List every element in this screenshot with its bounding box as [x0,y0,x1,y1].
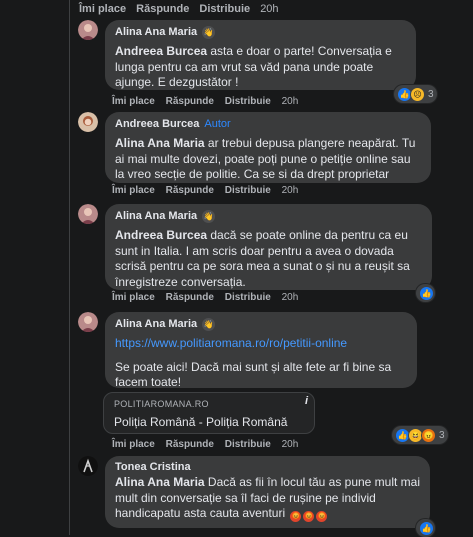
like-icon: 👍 [419,520,434,536]
share-link[interactable]: Distribuie [199,3,250,15]
sad-icon: ☹ [410,86,425,102]
reaction-summary[interactable]: 👍 [416,284,435,302]
angry-icon: 😠 [421,427,436,443]
info-icon[interactable]: i [305,395,308,407]
like-link[interactable]: Îmi place [112,292,155,303]
comment-bubble: Alina Ana Maria 👋 Andreea Burcea asta e d… [105,20,416,90]
avatar[interactable] [78,312,98,332]
reply-link[interactable]: Răspunde [166,292,214,303]
reaction-count: 3 [428,88,434,100]
comment-text: Alina Ana Maria Dacă as fii în locul tău… [115,475,421,522]
preview-title: Poliția Română - Poliția Română [114,415,288,429]
comment-text: https://www.politiaromana.ro/ro/petitii-… [115,336,407,391]
mention[interactable]: Alina Ana Maria [115,136,205,150]
previous-comment-actions: Îmi place Răspunde Distribuie 20h [79,3,286,15]
wave-icon: 👋 [202,209,216,223]
avatar[interactable] [78,112,98,132]
share-link[interactable]: Distribuie [225,185,271,196]
timestamp[interactable]: 20h [260,3,278,15]
reaction-summary[interactable]: 👍 [416,519,435,537]
avatar[interactable] [78,204,98,224]
commenter-name[interactable]: Alina Ana Maria [115,210,197,222]
thread-line [69,0,70,535]
timestamp[interactable]: 20h [282,96,299,107]
angry-emoji: 😡 [290,511,302,522]
angry-emoji: 😡 [316,511,328,522]
reaction-summary[interactable]: 👍 ☹ 3 [394,85,437,103]
share-link[interactable]: Distribuie [225,439,271,450]
like-link[interactable]: Îmi place [112,185,155,196]
reply-link[interactable]: Răspunde [166,439,214,450]
reaction-count: 3 [439,429,445,441]
timestamp[interactable]: 20h [282,439,299,450]
link-preview[interactable]: POLITIAROMANA.RO Poliția Română - Poliți… [103,392,315,434]
commenter-name[interactable]: Andreea Burcea [115,118,199,130]
comment-bubble: Alina Ana Maria 👋 https://www.politiaroma… [105,312,417,391]
wave-icon: 👋 [202,25,216,39]
mention[interactable]: Alina Ana Maria [115,475,205,489]
author-badge: Autor [204,118,231,130]
reaction-summary[interactable]: 👍 😆 😠 3 [392,426,448,444]
wave-icon: 👋 [202,317,216,331]
like-icon: 👍 [419,285,434,301]
comment-text: Andreea Burcea asta e doar o parte! Conv… [115,44,392,89]
petition-link[interactable]: https://www.politiaromana.ro/ro/petitii-… [115,336,407,352]
comment-actions: Îmi place Răspunde Distribuie 20h [112,439,306,450]
share-link[interactable]: Distribuie [225,292,271,303]
avatar[interactable] [78,20,98,40]
avatar[interactable] [78,456,98,476]
share-link[interactable]: Distribuie [225,96,271,107]
reply-link[interactable]: Răspunde [166,96,214,107]
reply-link[interactable]: Răspunde [166,185,214,196]
timestamp[interactable]: 20h [282,292,299,303]
reply-link[interactable]: Răspunde [136,3,189,15]
commenter-name[interactable]: Alina Ana Maria [115,318,197,330]
preview-domain: POLITIAROMANA.RO [114,399,209,409]
like-link[interactable]: Îmi place [79,3,126,15]
angry-emoji: 😡 [303,511,315,522]
comment-actions: Îmi place Răspunde Distribuie 20h [112,96,306,107]
like-link[interactable]: Îmi place [112,96,155,107]
timestamp[interactable]: 20h [282,185,299,196]
comment-actions: Îmi place Răspunde Distribuie 20h [112,292,306,303]
commenter-name[interactable]: Alina Ana Maria [115,26,197,38]
mention[interactable]: Andreea Burcea [115,228,207,242]
comment-bubble: Andreea Burcea Autor Alina Ana Maria ar t… [105,112,431,183]
commenter-name[interactable]: Tonea Cristina [115,461,191,473]
comment-text: Alina Ana Maria ar trebui depusa planger… [115,136,416,181]
comment-actions: Îmi place Răspunde Distribuie 20h [112,185,306,196]
comment-text: Andreea Burcea dacă se poate online da p… [115,228,410,289]
mention[interactable]: Andreea Burcea [115,44,207,58]
comment-bubble: Tonea Cristina Alina Ana Maria Dacă as f… [105,456,430,528]
like-link[interactable]: Îmi place [112,439,155,450]
comment-bubble: Alina Ana Maria 👋 Andreea Burcea dacă se … [105,204,432,290]
